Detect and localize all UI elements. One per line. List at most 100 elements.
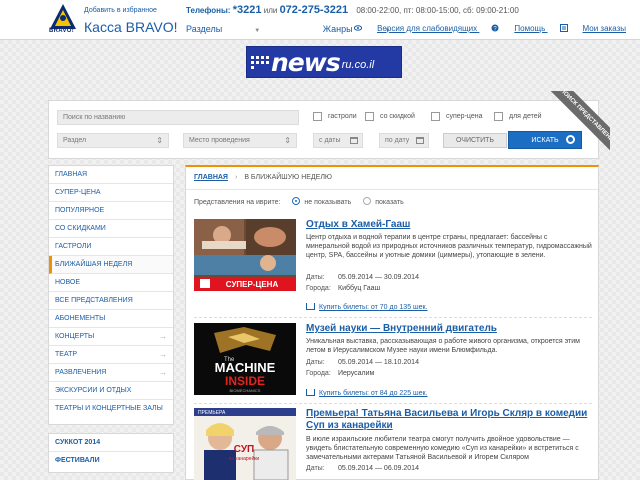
help-link[interactable]: ? Помощь (491, 24, 547, 33)
event-image[interactable]: ПРЕМЬЕРА СУП из канарейки (194, 408, 296, 480)
cart-icon (306, 389, 315, 396)
brand-title[interactable]: Касса BRAVO! (84, 19, 177, 35)
sidebar-item-sukkot[interactable]: СУККОТ 2014 (49, 434, 173, 452)
date-from-placeholder: с даты (319, 137, 341, 144)
date-to-input[interactable]: по дату (379, 133, 429, 148)
sidebar-item-discounts[interactable]: СО СКИДКАМИ (49, 220, 173, 238)
sidebar-item-excursions[interactable]: ЭКСКУРСИИ И ОТДЫХ (49, 382, 173, 400)
search-panel: Поиск по названию гастроли со скидкой су… (48, 100, 599, 159)
banner-dots-icon (247, 47, 271, 77)
city-label: Города: (306, 285, 331, 292)
breadcrumb-current: В БЛИЖАЙШУЮ НЕДЕЛЮ (244, 174, 332, 181)
my-orders-link[interactable]: Мои заказы (559, 24, 626, 33)
sidebar-item-next-week[interactable]: БЛИЖАЙШАЯ НЕДЕЛЯ (49, 256, 173, 274)
sidebar-item-popular[interactable]: ПОПУЛЯРНОЕ (49, 202, 173, 220)
divider (194, 403, 592, 404)
select-arrows-icon: ⇕ (284, 136, 291, 145)
buy-tickets-label: Купить билеты: от 84 до 225 шек. (319, 390, 428, 397)
working-hours: 08:00-22:00, пт: 08:00-15:00, сб: 09:00-… (356, 6, 519, 15)
select-arrows-icon: ⇕ (156, 136, 163, 145)
venue-select[interactable]: Место проведения ⇕ (183, 133, 297, 148)
event-image[interactable]: СУПЕР-ЦЕНА (194, 219, 296, 291)
event-dates: Даты: 05.09.2014 — 18.10.2014 (306, 359, 419, 366)
sidebar-item-concerts[interactable]: КОНЦЕРТЫ → (49, 328, 173, 346)
sidebar-item-all-shows[interactable]: ВСЕ ПРЕДСТАВЛЕНИЯ (49, 292, 173, 310)
radio-hide-label: не показывать (304, 199, 352, 206)
sidebar-item-subscriptions[interactable]: АБОНЕМЕНТЫ (49, 310, 173, 328)
sidebar-item-theatre[interactable]: ТЕАТР → (49, 346, 173, 364)
date-to-placeholder: по дату (385, 137, 410, 144)
hebrew-filter: Представления на иврите: не показывать п… (186, 189, 598, 211)
eye-icon (354, 25, 363, 31)
buy-tickets-link[interactable]: Купить билеты: от 84 до 225 шек. (306, 389, 428, 397)
sidebar-item-super-price[interactable]: СУПЕР-ЦЕНА (49, 184, 173, 202)
search-name-input[interactable]: Поиск по названию (57, 110, 299, 125)
event-city: Города: Киббуц Гааш (306, 285, 380, 292)
radio-show[interactable] (363, 197, 372, 205)
search-name-placeholder: Поиск по названию (63, 114, 126, 121)
dates-label: Даты: (306, 359, 325, 366)
sidebar-item-tours[interactable]: ГАСТРОЛИ (49, 238, 173, 256)
checkbox-tours[interactable]: гастроли (313, 112, 357, 121)
sidebar-item-entertainment[interactable]: РАЗВЛЕЧЕНИЯ → (49, 364, 173, 382)
poster-premiere: ПРЕМЬЕРА (198, 410, 226, 416)
filter-label: Представления на иврите: (194, 199, 281, 206)
buy-tickets-link[interactable]: Купить билеты: от 70 до 135 шек. (306, 303, 428, 311)
calendar-icon (350, 137, 358, 144)
sidebar-item-festivals[interactable]: ФЕСТИВАЛИ (49, 452, 173, 470)
checkbox-box (431, 112, 440, 121)
checkbox-box (365, 112, 374, 121)
city-value: Киббуц Гааш (338, 285, 381, 292)
event-card: The MACHINE INSIDE BIOMECHANICS Музей на… (194, 323, 592, 407)
checkbox-tours-label: гастроли (328, 113, 357, 120)
news-banner[interactable]: news ru.co.il (246, 46, 402, 78)
ribbon-label: ПОИСК ПРЕДСТАВЛЕНИЯ (548, 91, 610, 153)
add-to-favorites-link[interactable]: Добавить в избранное (84, 7, 157, 14)
poster-text-machine: MACHINE (215, 360, 276, 375)
event-title[interactable]: Отдых в Хамей-Гааш (306, 219, 410, 230)
breadcrumb-home[interactable]: ГЛАВНАЯ (194, 174, 228, 181)
checkbox-super-price-label: супер-цена (446, 113, 483, 120)
breadcrumb-separator: › (234, 174, 238, 181)
section-select[interactable]: Раздел ⇕ (57, 133, 169, 148)
event-card: СУПЕР-ЦЕНА Отдых в Хамей-Гааш Центр отды… (194, 219, 592, 319)
arrow-right-icon: → (159, 368, 167, 377)
event-title[interactable]: Музей науки — Внутренний двигатель (306, 323, 497, 334)
cart-icon (306, 303, 315, 310)
checkbox-box (494, 112, 503, 121)
poster-title-canary: из канарейки (229, 455, 260, 462)
search-ribbon: ПОИСК ПРЕДСТАВЛЕНИЯ (548, 91, 610, 153)
checkbox-discount-label: со скидкой (380, 113, 415, 120)
help-icon: ? (491, 24, 499, 32)
event-dates: Даты: 05.09.2014 — 06.09.2014 (306, 465, 419, 472)
site-header: BRAVO! Добавить в избранное Касса BRAVO!… (0, 0, 640, 40)
event-description: Центр отдыха и водной терапии в центре с… (306, 234, 592, 259)
accessibility-link[interactable]: Версия для слабовидящих (354, 24, 479, 33)
dates-label: Даты: (306, 465, 325, 472)
checkbox-kids[interactable]: для детей (494, 112, 542, 121)
list-icon (559, 24, 568, 32)
date-from-input[interactable]: с даты (313, 133, 363, 148)
banner-domain: ru.co.il (341, 59, 375, 71)
checkbox-discount[interactable]: со скидкой (365, 112, 415, 121)
sidebar-item-theatre-label: ТЕАТР (55, 351, 78, 358)
city-label: Города: (306, 370, 331, 377)
machine-poster-icon: The MACHINE INSIDE BIOMECHANICS (194, 323, 296, 395)
event-image[interactable]: The MACHINE INSIDE BIOMECHANICS (194, 323, 296, 395)
radio-hide[interactable] (292, 197, 301, 205)
help-link-label: Помощь (514, 24, 546, 33)
sidebar-item-new[interactable]: НОВОЕ (49, 274, 173, 292)
city-value: Иерусалим (338, 370, 375, 377)
banner-word: news (271, 47, 341, 77)
chevron-down-icon: ▼ (254, 28, 261, 34)
checkbox-super-price[interactable]: супер-цена (431, 112, 483, 121)
dates-value: 05.09.2014 — 06.09.2014 (338, 465, 419, 472)
sidebar-item-venues[interactable]: ТЕАТРЫ И КОНЦЕРТНЫЕ ЗАЛЫ (49, 400, 173, 418)
nav-sections[interactable]: Разделы ▼ (186, 24, 290, 34)
dates-value: 05.09.2014 — 30.09.2014 (338, 274, 419, 281)
accessibility-link-label: Версия для слабовидящих (377, 24, 478, 33)
clear-button[interactable]: ОЧИСТИТЬ (443, 133, 507, 148)
phones-label: Телефоны: (186, 6, 231, 15)
sidebar-item-home[interactable]: ГЛАВНАЯ (49, 166, 173, 184)
event-title[interactable]: Премьера! Татьяна Васильева и Игорь Скля… (306, 408, 592, 432)
